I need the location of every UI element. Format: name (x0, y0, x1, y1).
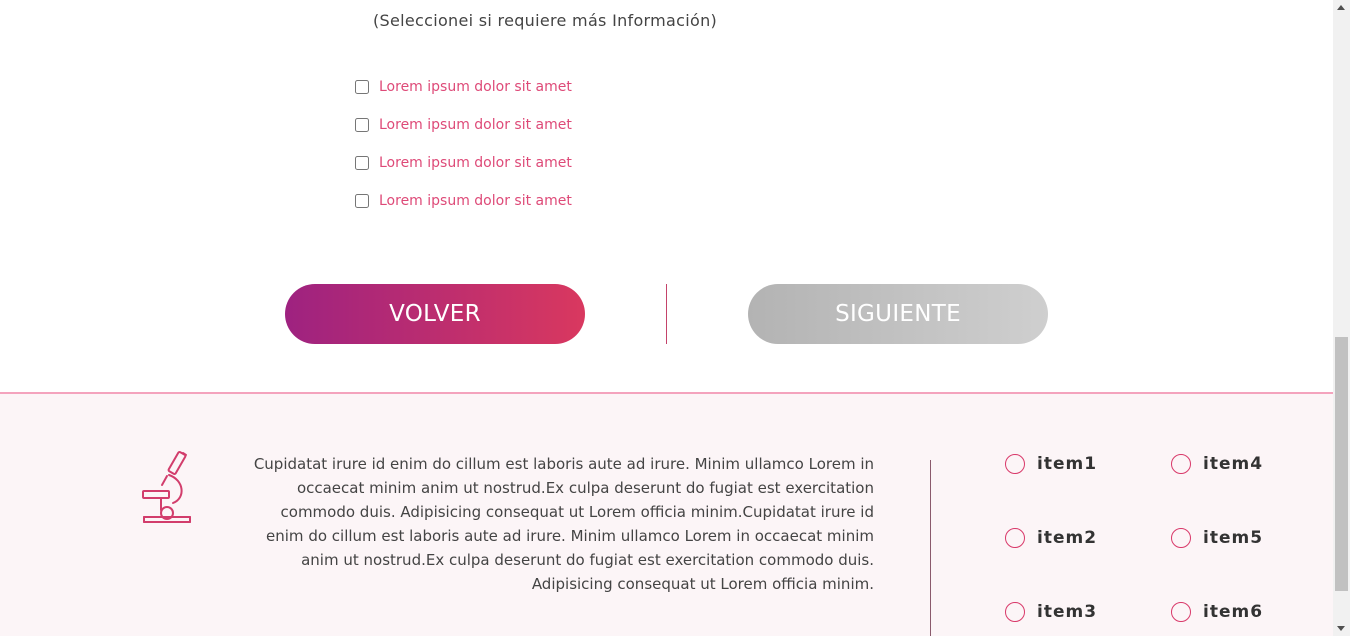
radio-circle-icon[interactable] (1005, 528, 1025, 548)
radio-circle-icon[interactable] (1171, 454, 1191, 474)
footer-item-1[interactable]: item1 (1005, 454, 1097, 474)
vertical-scrollbar[interactable] (1333, 0, 1350, 636)
info-option-1[interactable]: Lorem ipsum dolor sit amet (355, 68, 572, 106)
info-option-4[interactable]: Lorem ipsum dolor sit amet (355, 182, 572, 220)
footer-divider (930, 460, 931, 636)
scrollbar-thumb[interactable] (1335, 337, 1348, 591)
radio-circle-icon[interactable] (1005, 454, 1025, 474)
radio-circle-icon[interactable] (1171, 602, 1191, 622)
footer-item-label: item5 (1203, 528, 1264, 548)
info-option-label-2: Lorem ipsum dolor sit amet (379, 117, 572, 133)
page: (Seleccionei si requiere más Información… (0, 0, 1350, 636)
footer-description: Cupidatat irure id enim do cillum est la… (253, 455, 874, 593)
footer-item-2[interactable]: item2 (1005, 528, 1097, 548)
footer-item-label: item3 (1037, 602, 1098, 622)
info-option-label-1: Lorem ipsum dolor sit amet (379, 79, 572, 95)
footer-item-5[interactable]: item5 (1171, 528, 1263, 548)
radio-circle-icon[interactable] (1171, 528, 1191, 548)
footer-item-label: item4 (1203, 454, 1264, 474)
radio-circle-icon[interactable] (1005, 602, 1025, 622)
footer-item-label: item1 (1037, 454, 1098, 474)
info-option-label-4: Lorem ipsum dolor sit amet (379, 193, 572, 209)
button-divider (666, 284, 667, 344)
back-button[interactable]: VOLVER (285, 284, 585, 344)
footer-item-label: item6 (1203, 602, 1264, 622)
footer: Cupidatat irure id enim do cillum est la… (0, 392, 1333, 636)
scroll-down-arrow-icon[interactable] (1337, 626, 1345, 631)
info-option-label-3: Lorem ipsum dolor sit amet (379, 155, 572, 171)
info-option-3[interactable]: Lorem ipsum dolor sit amet (355, 144, 572, 182)
footer-item-3[interactable]: item3 (1005, 602, 1097, 622)
info-options-list: Lorem ipsum dolor sit amet Lorem ipsum d… (355, 68, 572, 220)
info-option-checkbox-2[interactable] (355, 118, 369, 132)
next-button[interactable]: SIGUIENTE (748, 284, 1048, 344)
info-option-2[interactable]: Lorem ipsum dolor sit amet (355, 106, 572, 144)
info-option-checkbox-4[interactable] (355, 194, 369, 208)
form-subtitle: (Seleccionei si requiere más Información… (373, 11, 718, 30)
info-option-checkbox-3[interactable] (355, 156, 369, 170)
scroll-up-arrow-icon[interactable] (1337, 5, 1345, 10)
footer-item-4[interactable]: item4 (1171, 454, 1263, 474)
footer-item-6[interactable]: item6 (1171, 602, 1263, 622)
microscope-icon (139, 450, 193, 526)
footer-item-label: item2 (1037, 528, 1098, 548)
info-option-checkbox-1[interactable] (355, 80, 369, 94)
